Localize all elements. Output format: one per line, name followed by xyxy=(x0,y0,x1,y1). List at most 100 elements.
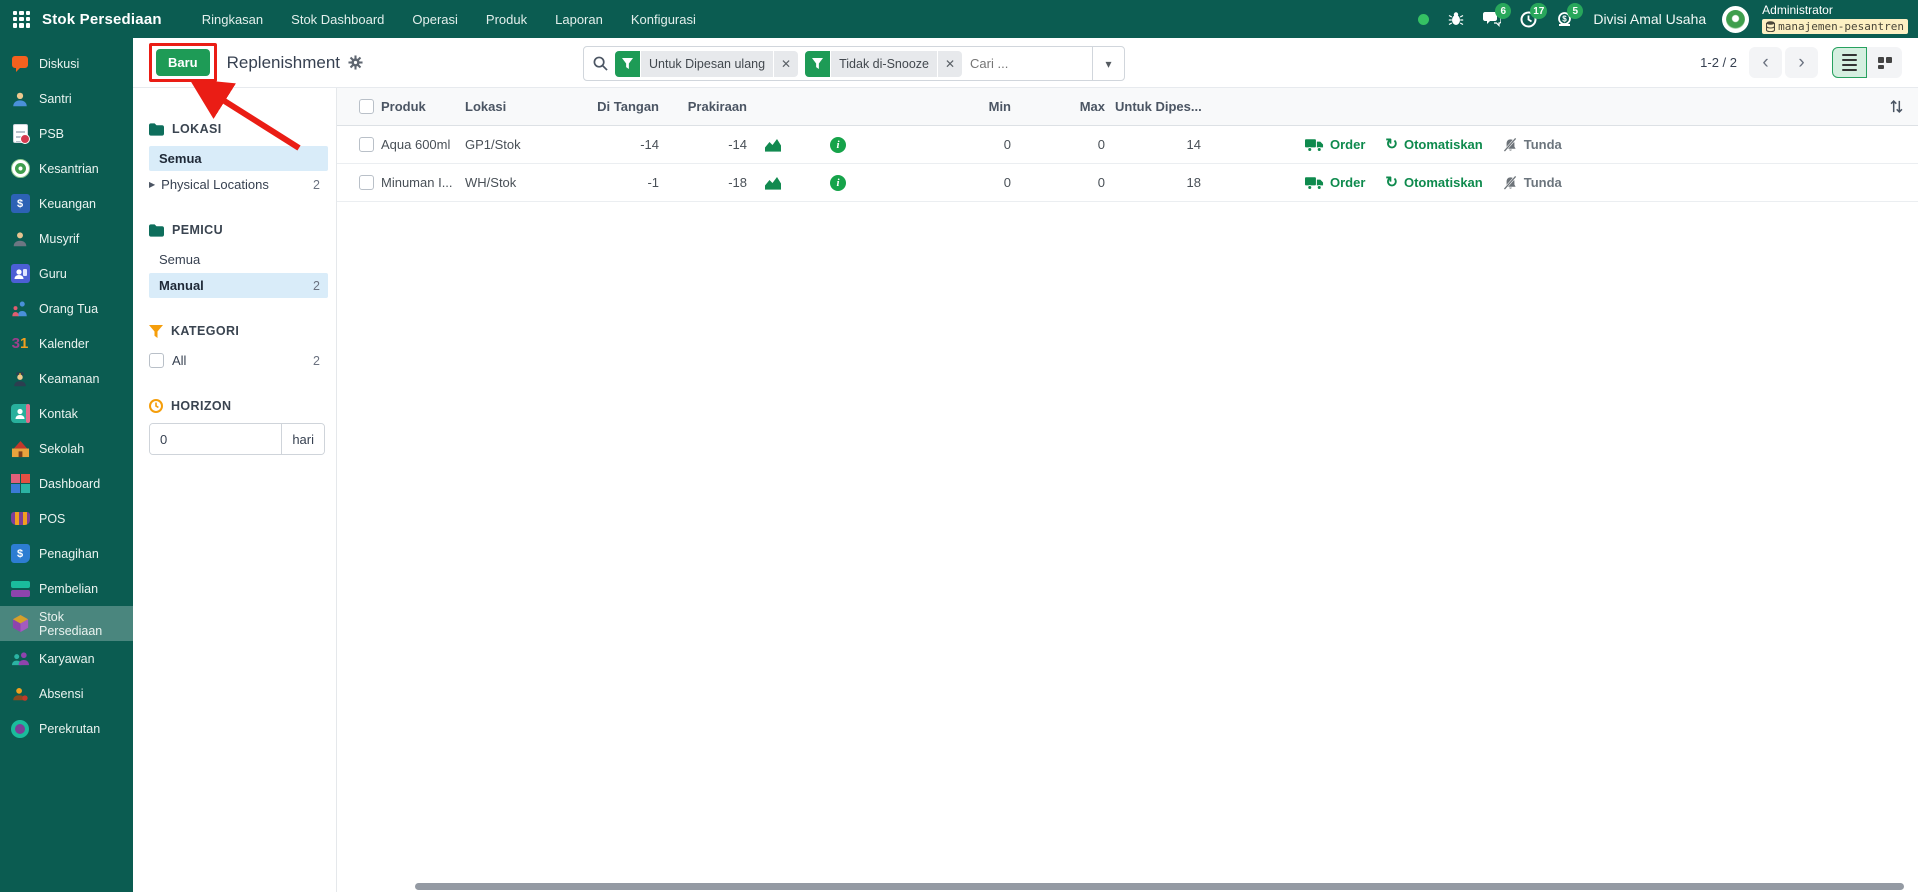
sidebar-item-santri[interactable]: Santri xyxy=(0,81,133,116)
menu-ringkasan[interactable]: Ringkasan xyxy=(188,2,277,37)
menu-stok-dashboard[interactable]: Stok Dashboard xyxy=(277,2,398,37)
sidebar-item-keamanan[interactable]: Keamanan xyxy=(0,361,133,396)
app-title[interactable]: Stok Persediaan xyxy=(42,11,162,28)
database-icon xyxy=(1766,21,1775,32)
sidebar-item-sekolah[interactable]: Sekolah xyxy=(0,431,133,466)
pager-next-button[interactable]: › xyxy=(1785,47,1818,78)
santri-icon xyxy=(10,89,30,109)
sidebar-item-pos[interactable]: POS xyxy=(0,501,133,536)
kanban-view-icon xyxy=(1878,57,1892,69)
psb-icon xyxy=(10,124,30,144)
automate-button[interactable]: ↻ Otomatiskan xyxy=(1385,137,1482,152)
user-menu[interactable]: Administrator manajemen-pesantren xyxy=(1762,4,1908,34)
new-button[interactable]: Baru xyxy=(156,49,210,76)
search-dropdown-toggle[interactable]: ▾ xyxy=(1092,47,1124,80)
filter-item-count: 2 xyxy=(313,279,320,293)
pager-range: 1-2 / 2 xyxy=(1700,55,1737,70)
cell-prakiraan: -14 xyxy=(663,137,751,152)
filter-item-count: 2 xyxy=(313,178,320,192)
column-header-max[interactable]: Max xyxy=(1015,99,1109,114)
cell-prakiraan: -18 xyxy=(663,175,751,190)
kategori-all-checkbox[interactable] xyxy=(149,353,164,368)
filter-lokasi-physical-locations[interactable]: ▶ Physical Locations 2 xyxy=(149,172,328,197)
sidebar-item-absensi[interactable]: Absensi xyxy=(0,676,133,711)
row-checkbox[interactable] xyxy=(359,137,374,152)
filter-icon xyxy=(615,51,640,77)
snooze-button[interactable]: Tunda xyxy=(1503,137,1562,152)
table-row[interactable]: Minuman I... WH/Stok -1 -18 i 0 0 18 Ord… xyxy=(337,164,1918,202)
filter-section-kategori: KATEGORI xyxy=(149,324,328,338)
main-area: Baru Replenishment Untuk Dipesan ulang ✕… xyxy=(133,38,1918,892)
table-row[interactable]: Aqua 600ml GP1/Stok -14 -14 i 0 0 14 Ord… xyxy=(337,126,1918,164)
menu-operasi[interactable]: Operasi xyxy=(398,2,472,37)
sidebar-item-karyawan[interactable]: Karyawan xyxy=(0,641,133,676)
sidebar-item-musyrif[interactable]: Musyrif xyxy=(0,221,133,256)
gear-icon[interactable] xyxy=(348,55,363,70)
kontak-icon xyxy=(10,404,30,424)
activities-badge: 17 xyxy=(1530,3,1547,19)
list-view-button[interactable] xyxy=(1832,47,1867,78)
menu-konfigurasi[interactable]: Konfigurasi xyxy=(617,2,710,37)
column-header-prakiraan[interactable]: Prakiraan xyxy=(663,99,751,114)
company-switcher[interactable]: Divisi Amal Usaha xyxy=(1593,11,1706,27)
revenue-icon[interactable]: $ 5 xyxy=(1549,4,1579,34)
user-name: Administrator xyxy=(1762,4,1908,17)
pager-previous-button[interactable]: ‹ xyxy=(1749,47,1782,78)
sidebar-item-keuangan[interactable]: $ Keuangan xyxy=(0,186,133,221)
search-input[interactable] xyxy=(962,56,1092,71)
bell-slash-icon xyxy=(1503,176,1518,190)
column-header-di-tangan[interactable]: Di Tangan xyxy=(561,99,663,114)
order-button[interactable]: Order xyxy=(1305,175,1365,190)
menu-produk[interactable]: Produk xyxy=(472,2,541,37)
row-checkbox[interactable] xyxy=(359,175,374,190)
menu-laporan[interactable]: Laporan xyxy=(541,2,617,37)
bug-icon[interactable] xyxy=(1441,4,1471,34)
filter-lokasi-semua[interactable]: Semua xyxy=(149,146,328,171)
sidebar-item-perekrutan[interactable]: Perekrutan xyxy=(0,711,133,746)
expand-caret-icon[interactable]: ▶ xyxy=(149,180,155,189)
sidebar-item-guru[interactable]: Guru xyxy=(0,256,133,291)
facet-remove-icon[interactable]: ✕ xyxy=(774,51,798,77)
activities-clock-icon[interactable]: 17 xyxy=(1513,4,1543,34)
guru-icon xyxy=(10,264,30,284)
automate-button[interactable]: ↻ Otomatiskan xyxy=(1385,175,1482,190)
sidebar-item-diskusi[interactable]: Diskusi xyxy=(0,46,133,81)
sidebar-item-penagihan[interactable]: $ Penagihan xyxy=(0,536,133,571)
horizontal-scrollbar[interactable] xyxy=(415,883,1904,890)
sidebar-item-psb[interactable]: PSB xyxy=(0,116,133,151)
sidebar-item-pembelian[interactable]: Pembelian xyxy=(0,571,133,606)
column-header-untuk-dipesan[interactable]: Untuk Dipes... xyxy=(1109,99,1205,114)
sidebar-item-kesantrian[interactable]: Kesantrian xyxy=(0,151,133,186)
column-header-lokasi[interactable]: Lokasi xyxy=(465,99,561,114)
facet-remove-icon[interactable]: ✕ xyxy=(938,51,962,77)
perekrutan-icon xyxy=(10,719,30,739)
sidebar-item-stok-persediaan[interactable]: Stok Persediaan xyxy=(0,606,133,641)
sidebar-item-dashboard[interactable]: Dashboard xyxy=(0,466,133,501)
sidebar-item-orang-tua[interactable]: Orang Tua xyxy=(0,291,133,326)
apps-menu-icon[interactable] xyxy=(13,11,30,28)
penagihan-icon: $ xyxy=(10,544,30,564)
filter-pemicu-semua[interactable]: Semua xyxy=(149,247,328,272)
select-all-checkbox[interactable] xyxy=(359,99,374,114)
search-bar[interactable]: Untuk Dipesan ulang ✕ Tidak di-Snooze ✕ … xyxy=(583,46,1125,81)
messages-icon[interactable]: 6 xyxy=(1477,4,1507,34)
horizon-input[interactable] xyxy=(150,424,281,454)
sidebar-item-kalender[interactable]: 31 Kalender xyxy=(0,326,133,361)
column-header-min[interactable]: Min xyxy=(881,99,1015,114)
info-icon[interactable]: i xyxy=(830,175,846,191)
order-button[interactable]: Order xyxy=(1305,137,1365,152)
sidebar-item-kontak[interactable]: Kontak xyxy=(0,396,133,431)
forecast-chart-icon[interactable] xyxy=(751,176,795,190)
filter-section-horizon: HORIZON xyxy=(149,399,328,413)
snooze-button[interactable]: Tunda xyxy=(1503,175,1562,190)
kanban-view-button[interactable] xyxy=(1867,47,1902,78)
optional-columns-icon[interactable] xyxy=(1874,99,1918,114)
filter-kategori-all[interactable]: All 2 xyxy=(149,348,328,373)
filter-pemicu-manual[interactable]: Manual 2 xyxy=(149,273,328,298)
column-header-produk[interactable]: Produk xyxy=(381,99,465,114)
refresh-icon: ↻ xyxy=(1385,175,1398,190)
avatar[interactable] xyxy=(1722,6,1749,33)
database-badge: manajemen-pesantren xyxy=(1762,19,1908,34)
forecast-chart-icon[interactable] xyxy=(751,138,795,152)
info-icon[interactable]: i xyxy=(830,137,846,153)
